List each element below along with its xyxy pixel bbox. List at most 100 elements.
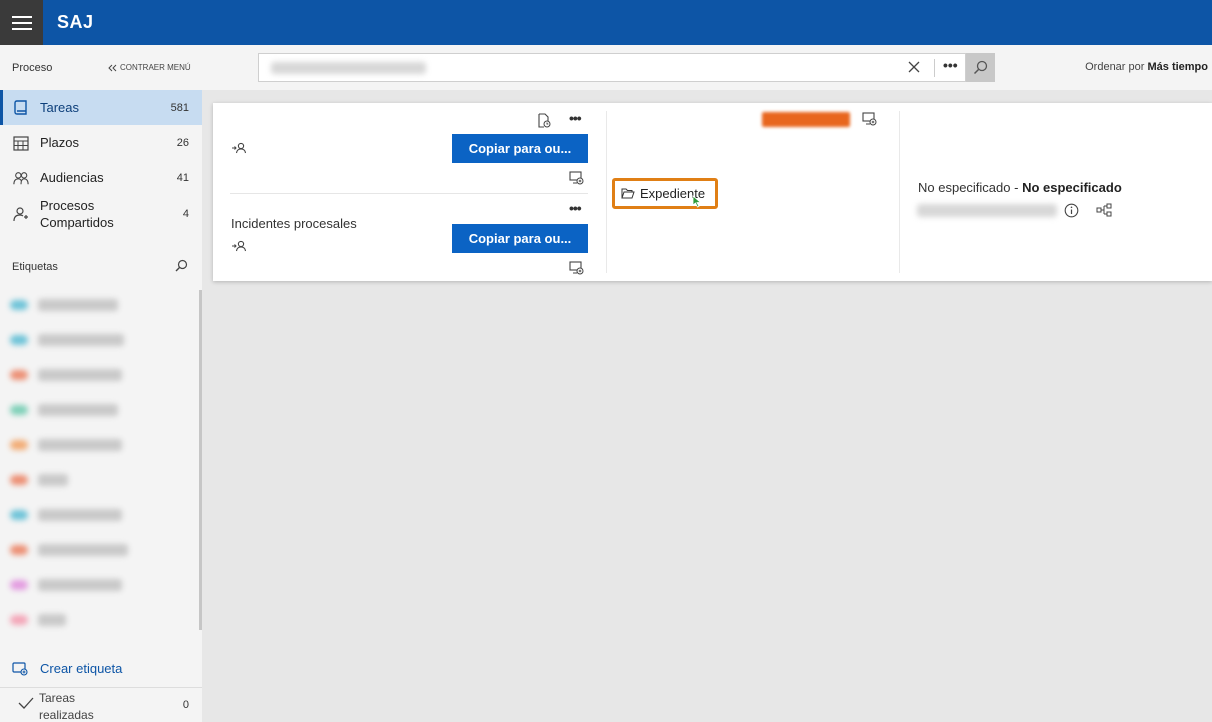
- more-options-icon[interactable]: •••: [569, 200, 582, 216]
- tag-color-dot: [10, 580, 28, 590]
- column-divider: [899, 111, 900, 273]
- sidebar-scrollbar[interactable]: [199, 290, 202, 630]
- people-icon: [13, 170, 29, 186]
- tag-item[interactable]: [10, 575, 122, 595]
- sidebar-section-title: Proceso: [12, 62, 53, 74]
- tag-item[interactable]: [10, 365, 122, 385]
- create-tag-label: Crear etiqueta: [40, 661, 123, 676]
- screen-add-icon[interactable]: [569, 171, 584, 185]
- specification-value: No especificado: [1022, 180, 1122, 195]
- status-badge-redacted: [762, 112, 850, 127]
- copy-to-button[interactable]: Copiar para ou...: [452, 224, 588, 253]
- tag-color-dot: [10, 405, 28, 415]
- tag-name-redacted: [38, 439, 122, 451]
- completed-tasks-item[interactable]: Tareas realizadas 0: [0, 687, 202, 722]
- assign-person-icon[interactable]: [231, 240, 247, 252]
- sidebar-item-label: Procesos Compartidos: [40, 198, 114, 230]
- assign-person-icon[interactable]: [231, 142, 247, 154]
- tag-name-redacted: [38, 544, 128, 556]
- more-options-icon[interactable]: •••: [569, 110, 582, 126]
- folder-open-icon: [621, 188, 635, 199]
- tag-name-redacted: [38, 509, 122, 521]
- tag-add-icon: [12, 661, 28, 676]
- sort-label: Ordenar por: [1085, 61, 1145, 73]
- document-clock-icon[interactable]: [538, 113, 551, 128]
- sort-control[interactable]: Ordenar por Más tiempo: [1085, 61, 1208, 73]
- tag-item[interactable]: [10, 540, 128, 560]
- tags-search-icon[interactable]: [175, 259, 188, 277]
- tag-item[interactable]: [10, 400, 118, 420]
- tag-name-redacted: [38, 474, 68, 486]
- tag-color-dot: [10, 475, 28, 485]
- tag-color-dot: [10, 615, 28, 625]
- completed-tasks-count: 0: [182, 699, 189, 711]
- search-separator: [934, 59, 935, 77]
- search-icon: [973, 60, 988, 75]
- row-divider: [230, 193, 588, 194]
- info-icon[interactable]: [1064, 203, 1079, 218]
- copy-to-button[interactable]: Copiar para ou...: [452, 134, 588, 163]
- create-tag-button[interactable]: Crear etiqueta: [12, 661, 122, 676]
- tag-item[interactable]: [10, 505, 122, 525]
- tag-color-dot: [10, 300, 28, 310]
- completed-tasks-label: Tareas realizadas: [39, 691, 94, 722]
- sidebar-item-procesos-compartidos[interactable]: Procesos Compartidos 4: [0, 195, 202, 233]
- sidebar-item-tareas[interactable]: Tareas 581: [0, 90, 202, 125]
- tags-section-title: Etiquetas: [12, 261, 58, 273]
- process-card: ••• Copiar para ou... ••• Incidentes pro…: [213, 103, 1212, 281]
- tag-color-dot: [10, 545, 28, 555]
- mouse-cursor-icon: [692, 195, 702, 213]
- collapse-menu-label: CONTRAER MENÚ: [120, 63, 191, 72]
- tag-color-dot: [10, 510, 28, 520]
- tag-color-dot: [10, 370, 28, 380]
- book-icon: [13, 99, 29, 116]
- calendar-icon: [13, 135, 29, 151]
- tag-name-redacted: [38, 614, 66, 626]
- tag-name-redacted: [38, 579, 122, 591]
- tag-item[interactable]: [10, 295, 118, 315]
- screen-add-icon[interactable]: [569, 261, 584, 275]
- redacted-value: [917, 204, 1057, 217]
- tag-list: [0, 290, 200, 650]
- sidebar-item-count: 4: [182, 208, 189, 220]
- tag-item[interactable]: [10, 470, 68, 490]
- tag-name-redacted: [38, 404, 118, 416]
- top-bar: SAJ: [0, 0, 1212, 45]
- search-input[interactable]: •••: [258, 53, 966, 82]
- tag-item[interactable]: [10, 610, 66, 630]
- tag-item[interactable]: [10, 330, 124, 350]
- sidebar: Proceso CONTRAER MENÚ Tareas 581 Plazos …: [0, 45, 202, 722]
- tag-item[interactable]: [10, 435, 122, 455]
- tag-name-redacted: [38, 299, 118, 311]
- sidebar-item-count: 41: [176, 171, 189, 184]
- sidebar-item-count: 26: [176, 136, 189, 149]
- column-divider: [606, 111, 607, 273]
- specification-label: No especificado -: [918, 180, 1023, 195]
- sidebar-item-label: Audiencias: [40, 170, 104, 185]
- checkmark-icon: [18, 697, 34, 709]
- screen-add-icon[interactable]: [862, 112, 877, 126]
- clear-search-icon[interactable]: [907, 60, 921, 79]
- toolbar: ••• Ordenar por Más tiempo: [202, 45, 1212, 90]
- sidebar-item-label: Plazos: [40, 135, 80, 150]
- hamburger-menu-icon[interactable]: [0, 0, 43, 45]
- tag-color-dot: [10, 440, 28, 450]
- app-title: SAJ: [57, 12, 94, 32]
- collapse-menu-button[interactable]: CONTRAER MENÚ: [108, 63, 191, 72]
- tag-name-redacted: [38, 369, 122, 381]
- shared-person-icon: [13, 206, 29, 222]
- sidebar-item-audiencias[interactable]: Audiencias 41: [0, 160, 202, 195]
- row-title: Incidentes procesales: [231, 216, 357, 231]
- tag-name-redacted: [38, 334, 124, 346]
- hierarchy-icon[interactable]: [1096, 203, 1112, 217]
- tag-color-dot: [10, 335, 28, 345]
- specification-status: No especificado - No especificado: [918, 180, 1122, 195]
- double-chevron-left-icon: [108, 64, 117, 71]
- search-options-icon[interactable]: •••: [943, 57, 958, 73]
- search-value-redacted: [271, 62, 426, 74]
- search-button[interactable]: [966, 53, 995, 82]
- sort-value: Más tiempo: [1147, 61, 1208, 73]
- sidebar-item-plazos[interactable]: Plazos 26: [0, 125, 202, 160]
- expediente-button[interactable]: Expediente: [612, 178, 718, 209]
- sidebar-item-label: Tareas: [40, 100, 80, 115]
